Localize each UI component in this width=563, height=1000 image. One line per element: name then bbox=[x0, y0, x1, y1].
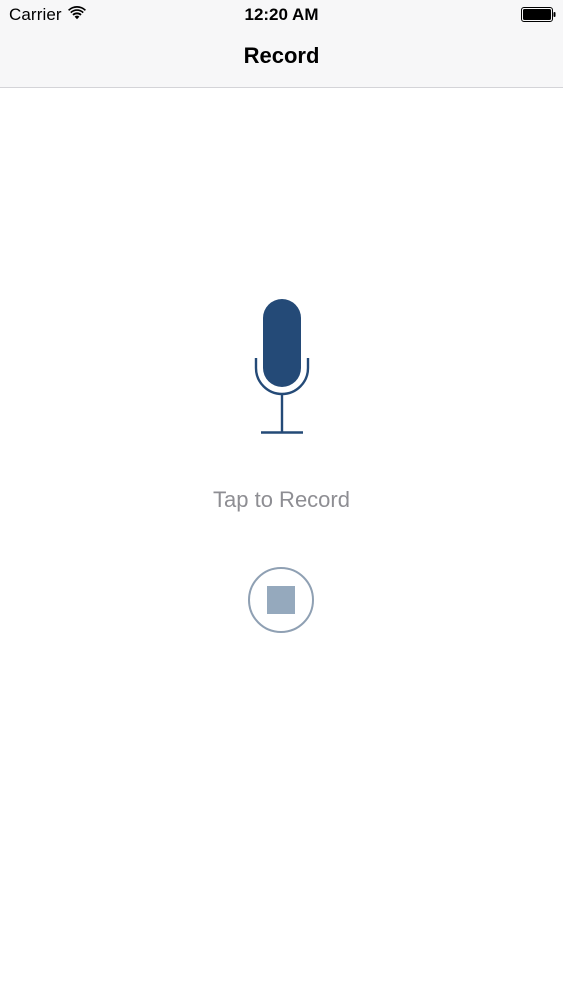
navigation-bar: Record bbox=[0, 30, 563, 87]
top-bar: Carrier 12:20 AM Record bbox=[0, 0, 563, 88]
battery-icon bbox=[521, 7, 556, 22]
status-bar: Carrier 12:20 AM bbox=[0, 0, 563, 30]
record-hint-label: Tap to Record bbox=[213, 487, 350, 512]
page-title: Record bbox=[243, 43, 320, 68]
stop-icon bbox=[267, 586, 295, 614]
microphone-icon[interactable] bbox=[240, 296, 324, 438]
record-screen: Carrier 12:20 AM Record Tap to Record bbox=[0, 0, 563, 1000]
status-time: 12:20 AM bbox=[244, 5, 319, 24]
stop-button[interactable] bbox=[247, 566, 315, 634]
